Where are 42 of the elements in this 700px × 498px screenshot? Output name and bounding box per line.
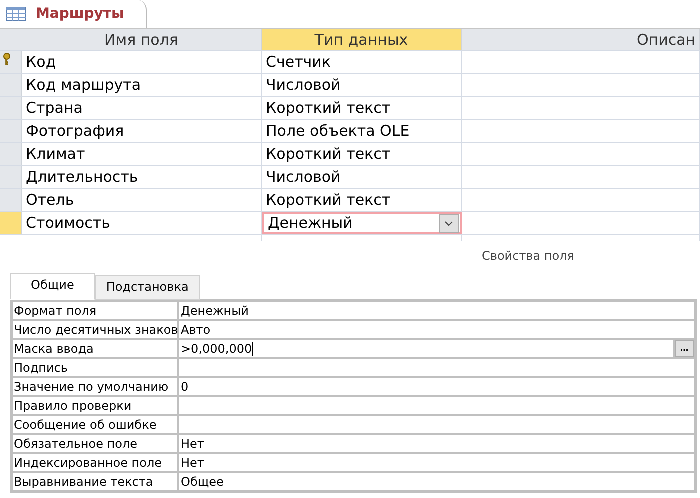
property-name: Индексированное поле bbox=[13, 454, 177, 471]
data-type-combo[interactable]: Денежный bbox=[262, 212, 462, 234]
property-value-field[interactable]: Авто bbox=[179, 321, 694, 338]
property-name: Обязательное поле bbox=[13, 435, 177, 452]
field-name-cell: Фотография bbox=[22, 120, 262, 142]
data-type-cell: Числовой bbox=[262, 74, 462, 96]
property-value-field[interactable]: Денежный bbox=[179, 302, 694, 319]
data-type-cell: Короткий текст bbox=[262, 189, 462, 211]
property-name: Значение по умолчанию bbox=[13, 378, 177, 395]
property-name: Сообщение об ошибке bbox=[13, 416, 177, 433]
field-name-cell: Стоимость bbox=[22, 212, 262, 234]
field-name-cell: Код bbox=[22, 51, 262, 73]
field-name-cell: Длительность bbox=[22, 166, 262, 188]
property-name: Число десятичных знаков bbox=[13, 321, 177, 338]
table-icon bbox=[6, 7, 26, 21]
property-tab[interactable]: Подстановка bbox=[95, 275, 200, 300]
property-value-field[interactable]: >0,000,000 bbox=[179, 340, 673, 357]
data-type-cell: Короткий текст bbox=[262, 143, 462, 165]
property-value-field[interactable]: Общее bbox=[179, 473, 694, 490]
field-name-cell: Отель bbox=[22, 189, 262, 211]
property-value-field[interactable]: Нет bbox=[179, 435, 694, 452]
property-value-field[interactable]: 0 bbox=[179, 378, 694, 395]
data-type-cell: Поле объекта OLE bbox=[262, 120, 462, 142]
row-selector[interactable] bbox=[0, 51, 22, 73]
property-name: Выравнивание текста bbox=[13, 473, 177, 490]
property-value-field[interactable]: Нет bbox=[179, 454, 694, 471]
section-title: Свойства поля bbox=[481, 248, 576, 265]
property-name: Маска ввода bbox=[13, 340, 177, 357]
property-name: Правило проверки bbox=[13, 397, 177, 414]
column-header[interactable]: Тип данных bbox=[262, 29, 462, 50]
dropdown-icon[interactable] bbox=[439, 214, 459, 232]
field-name-cell: Страна bbox=[22, 97, 262, 119]
field-name-cell: Код маршрута bbox=[22, 74, 262, 96]
property-tab[interactable]: Общие bbox=[10, 273, 96, 300]
field-name-cell: Климат bbox=[22, 143, 262, 165]
data-type-cell: Счетчик bbox=[262, 51, 462, 73]
column-header[interactable]: Описан bbox=[462, 29, 700, 50]
property-name: Формат поля bbox=[13, 302, 177, 319]
data-type-cell: Числовой bbox=[262, 166, 462, 188]
builder-button[interactable]: ... bbox=[675, 340, 694, 357]
data-type-cell: Короткий текст bbox=[262, 97, 462, 119]
property-name: Подпись bbox=[13, 359, 177, 376]
